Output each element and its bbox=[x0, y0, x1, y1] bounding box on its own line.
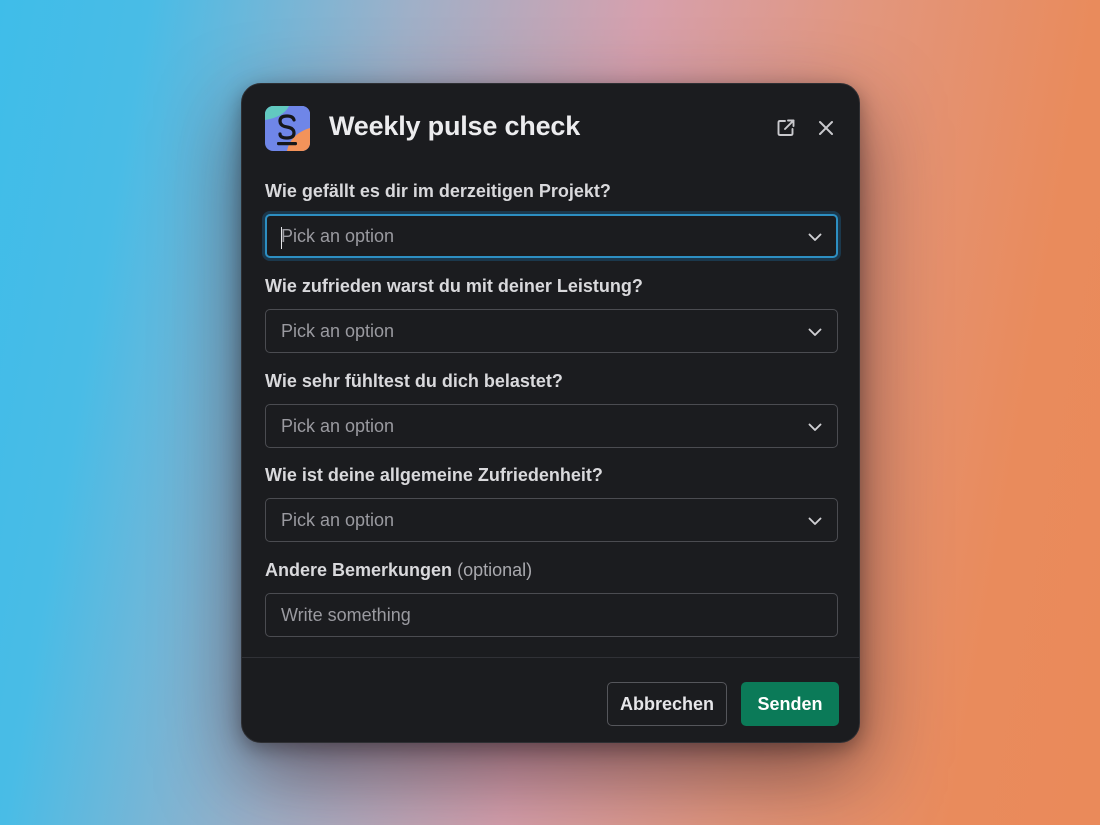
comments-label: Andere Bemerkungen bbox=[265, 560, 453, 580]
select-placeholder: Pick an option bbox=[281, 510, 395, 530]
comments-input[interactable]: Write something bbox=[265, 593, 838, 637]
modal-header: Weekly pulse check bbox=[242, 84, 859, 174]
select-projekt[interactable]: Pick an option bbox=[265, 214, 838, 258]
optional-hint: (optional) bbox=[457, 560, 533, 580]
footer-divider bbox=[242, 657, 859, 658]
modal-dialog: Weekly pulse check Wie gefällt es dir im… bbox=[241, 83, 860, 743]
chevron-down-icon bbox=[808, 517, 822, 525]
external-link-icon[interactable] bbox=[773, 115, 799, 141]
select-leistung[interactable]: Pick an option bbox=[265, 309, 838, 353]
select-zufriedenheit[interactable]: Pick an option bbox=[265, 498, 838, 542]
field-label-belastet: Wie sehr fühltest du dich belastet? bbox=[265, 371, 563, 391]
select-placeholder: Pick an option bbox=[281, 416, 395, 436]
select-belastet[interactable]: Pick an option bbox=[265, 404, 838, 448]
app-logo-icon bbox=[265, 106, 310, 151]
chevron-down-icon bbox=[808, 233, 822, 241]
comments-placeholder: Write something bbox=[281, 605, 411, 625]
chevron-down-icon bbox=[808, 328, 822, 336]
select-placeholder: Pick an option bbox=[281, 226, 395, 246]
cancel-button[interactable]: Abbrechen bbox=[607, 682, 727, 726]
modal-title: Weekly pulse check bbox=[329, 111, 581, 141]
submit-button[interactable]: Senden bbox=[741, 682, 839, 726]
field-label-zufriedenheit: Wie ist deine allgemeine Zufriedenheit? bbox=[265, 465, 603, 485]
field-label-leistung: Wie zufrieden warst du mit deiner Leistu… bbox=[265, 276, 643, 296]
close-icon[interactable] bbox=[813, 115, 839, 141]
select-placeholder: Pick an option bbox=[281, 321, 395, 341]
field-label-bemerkungen: Andere Bemerkungen (optional) bbox=[265, 560, 532, 581]
chevron-down-icon bbox=[808, 423, 822, 431]
field-label-projekt: Wie gefällt es dir im derzeitigen Projek… bbox=[265, 181, 611, 201]
